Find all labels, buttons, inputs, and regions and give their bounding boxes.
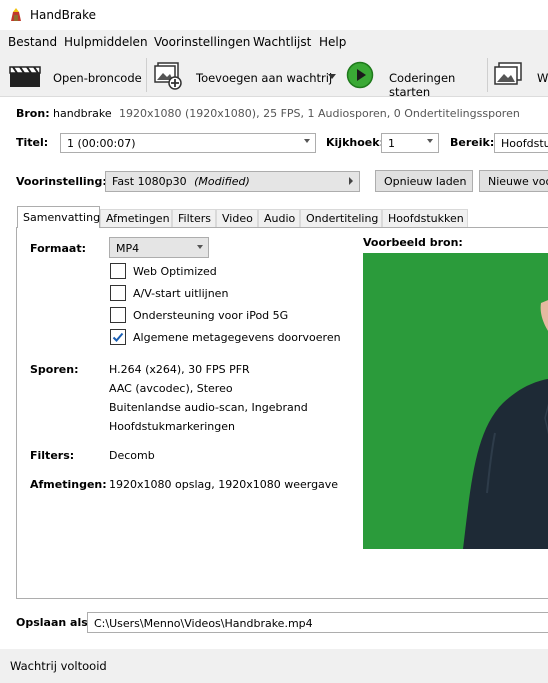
track-item: Hoofdstukmarkeringen — [109, 420, 235, 433]
preview-label: Voorbeeld bron: — [363, 236, 463, 249]
chevron-down-icon — [427, 139, 433, 143]
web-optimized-checkbox[interactable] — [110, 263, 126, 279]
title-bar: HandBrake — [0, 0, 548, 30]
toolbar-separator — [487, 58, 488, 92]
queue-images-icon — [494, 62, 522, 85]
source-label: Bron: — [16, 107, 50, 120]
title-label: Titel: — [16, 136, 49, 149]
menu-queue[interactable]: Wachtlijst — [253, 35, 311, 49]
range-label: Bereik: — [450, 136, 495, 149]
open-source-button[interactable]: Open-broncode — [6, 58, 144, 92]
passthru-metadata-checkbox[interactable] — [110, 329, 126, 345]
person-silhouette — [463, 300, 548, 549]
tracks-label: Sporen: — [30, 363, 79, 376]
tab-audio[interactable]: Audio — [258, 209, 300, 227]
source-preview-image — [363, 253, 548, 549]
passthru-metadata-label: Algemene metagegevens doorvoeren — [133, 331, 341, 344]
chevron-down-icon[interactable] — [328, 74, 336, 79]
chevron-right-icon — [349, 177, 353, 185]
tab-subtitles[interactable]: Ondertiteling — [300, 209, 382, 227]
show-queue-button[interactable]: W — [490, 58, 548, 92]
source-details: 1920x1080 (1920x1080), 25 FPS, 1 Audiosp… — [119, 107, 520, 120]
tab-video[interactable]: Video — [216, 209, 258, 227]
track-item: AAC (avcodec), Stereo — [109, 382, 233, 395]
reload-preset-button[interactable]: Opnieuw laden — [375, 170, 473, 192]
preset-modified: (Modified) — [194, 175, 250, 188]
start-encode-label: Coderingen starten — [389, 71, 456, 99]
preset-value: Fast 1080p30 — [112, 175, 187, 188]
start-encode-button[interactable]: Coderingen starten — [345, 58, 483, 99]
menu-file[interactable]: Bestand — [8, 35, 57, 49]
align-av-start-label: A/V-start uitlijnen — [133, 287, 229, 300]
dimensions-label: Afmetingen: — [30, 478, 107, 491]
show-queue-label: W — [537, 71, 548, 85]
angle-select[interactable]: 1 — [381, 133, 439, 153]
title-select-value: 1 (00:00:07) — [67, 137, 136, 150]
tab-chapters[interactable]: Hoofdstukken — [382, 209, 468, 227]
tab-filters[interactable]: Filters — [172, 209, 216, 227]
preset-select[interactable]: Fast 1080p30 (Modified) — [105, 171, 360, 192]
chevron-down-icon — [197, 245, 203, 249]
menu-presets[interactable]: Voorinstellingen — [154, 35, 250, 49]
add-to-queue-button[interactable]: Toevoegen aan wachtrij — [150, 58, 338, 92]
add-images-icon — [154, 62, 182, 90]
filters-value: Decomb — [109, 449, 155, 462]
chevron-down-icon — [304, 139, 310, 143]
angle-label: Kijkhoek: — [326, 136, 384, 149]
menu-bar: Bestand Hulpmiddelen Voorinstellingen Wa… — [0, 30, 548, 54]
window-title: HandBrake — [30, 8, 97, 22]
filters-label: Filters: — [30, 449, 75, 462]
align-av-start-checkbox[interactable] — [110, 285, 126, 301]
preset-label: Voorinstelling: — [16, 175, 107, 188]
title-select[interactable]: 1 (00:00:07) — [60, 133, 316, 153]
tab-dimensions[interactable]: Afmetingen — [100, 209, 172, 227]
range-select-value: Hoofdstukken — [501, 137, 548, 150]
open-source-label: Open-broncode — [53, 71, 142, 85]
format-select-value: MP4 — [116, 242, 140, 255]
add-to-queue-label: Toevoegen aan wachtrij — [196, 71, 333, 85]
angle-select-value: 1 — [388, 137, 395, 150]
web-optimized-label: Web Optimized — [133, 265, 217, 278]
ipod-5g-checkbox[interactable] — [110, 307, 126, 323]
new-preset-button[interactable]: Nieuwe voorinstelling — [479, 170, 548, 192]
clapperboard-icon — [9, 66, 41, 87]
track-item: Buitenlandse audio-scan, Ingebrand — [109, 401, 308, 414]
track-item: H.264 (x264), 30 FPS PFR — [109, 363, 250, 376]
handbrake-logo-icon — [11, 8, 21, 21]
ipod-5g-label: Ondersteuning voor iPod 5G — [133, 309, 289, 322]
destination-path-input[interactable]: C:\Users\Menno\Videos\Handbrake.mp4 — [87, 612, 548, 633]
menu-tools[interactable]: Hulpmiddelen — [64, 35, 148, 49]
checkmark-icon — [112, 332, 124, 342]
source-name: handbrake — [53, 107, 112, 120]
tab-summary[interactable]: Samenvatting — [17, 206, 100, 228]
format-select[interactable]: MP4 — [109, 237, 209, 258]
range-select[interactable]: Hoofdstukken — [494, 133, 548, 153]
status-text: Wachtrij voltooid — [10, 659, 107, 673]
format-label: Formaat: — [30, 242, 87, 255]
status-bar: Wachtrij voltooid — [0, 649, 548, 683]
menu-help[interactable]: Help — [319, 35, 346, 49]
toolbar: Open-broncode Toevoegen aan wachtrij Cod… — [0, 54, 548, 99]
play-icon — [346, 61, 374, 89]
save-as-label: Opslaan als: — [16, 616, 93, 629]
toolbar-separator — [146, 58, 147, 92]
dimensions-value: 1920x1080 opslag, 1920x1080 weergave — [109, 478, 339, 491]
